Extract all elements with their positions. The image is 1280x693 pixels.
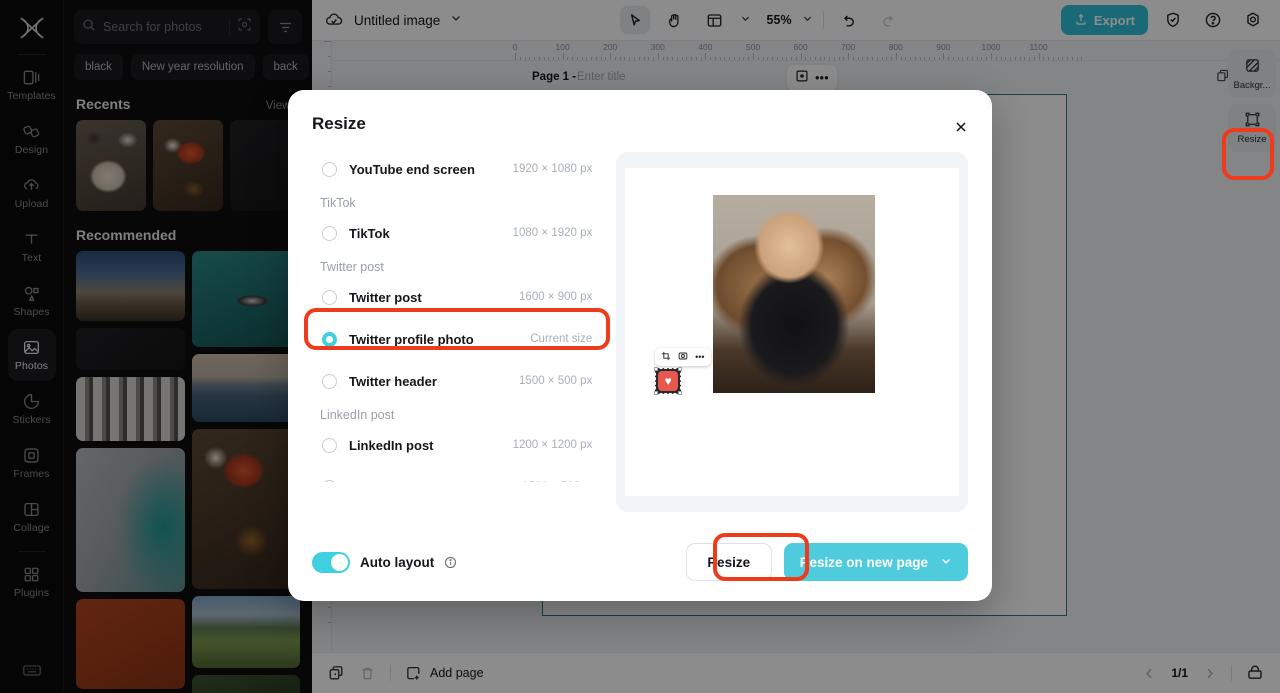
option-size: 1600 × 900 px: [519, 291, 593, 303]
heart-chip: ♥: [658, 371, 679, 391]
radio-button[interactable]: [322, 289, 337, 305]
option-label: Twitter profile photo: [349, 331, 474, 347]
radio-button[interactable]: [322, 225, 337, 241]
preview-image: [713, 195, 876, 393]
option-size: 1200 × 1200 px: [512, 439, 593, 451]
option-label: LinkedIn post: [349, 437, 434, 453]
option-size: Current size: [530, 333, 593, 345]
option-label: Twitter header: [349, 373, 437, 389]
option-label: LinkedIn company banner: [349, 480, 510, 483]
resize-dialog: Resize YouTube end screen 1920 × 1080 px…: [288, 90, 992, 601]
auto-layout-label: Auto layout: [360, 554, 435, 570]
option-linkedin-company-banner[interactable]: LinkedIn company banner 1536 × 768 px: [312, 470, 602, 482]
option-linkedin-post[interactable]: LinkedIn post 1200 × 1200 px: [312, 428, 602, 462]
option-tiktok[interactable]: TikTok 1080 × 1920 px: [312, 216, 602, 250]
image-overlay-toolbar: •••: [655, 348, 711, 366]
option-twitter-post[interactable]: Twitter post 1600 × 900 px: [312, 280, 602, 314]
resize-on-new-page-button[interactable]: Resize on new page: [783, 543, 968, 581]
group-label-tiktok: TikTok: [320, 196, 356, 210]
option-size: 1080 × 1920 px: [512, 227, 593, 239]
option-size: 1500 × 500 px: [519, 375, 593, 387]
heart-sticker-icon[interactable]: ♥: [654, 367, 683, 395]
app-root: Templates Design Upload Text Shapes Phot…: [0, 0, 1280, 693]
radio-button[interactable]: [322, 161, 337, 177]
resize-handle[interactable]: [654, 391, 659, 395]
resize-button-wrap: Resize: [685, 543, 772, 581]
resize-preview: ••• ♥: [616, 152, 968, 512]
crop-icon[interactable]: [661, 348, 671, 366]
resize-confirm-button[interactable]: Resize: [685, 543, 772, 581]
dialog-footer: Auto layout Resize Resize on new page: [312, 523, 968, 601]
info-icon[interactable]: [444, 556, 457, 569]
more-dots-icon[interactable]: •••: [695, 353, 704, 362]
resize-handle[interactable]: [654, 367, 659, 371]
option-twitter-profile-photo[interactable]: Twitter profile photo Current size: [312, 322, 603, 356]
option-size: 1536 × 768 px: [522, 481, 595, 482]
radio-button[interactable]: [322, 437, 337, 453]
resize-handle[interactable]: [678, 391, 683, 395]
auto-layout-toggle[interactable]: [312, 551, 350, 573]
chevron-down-icon[interactable]: [940, 555, 952, 570]
resize-handle[interactable]: [678, 367, 683, 371]
resize-new-page-label: Resize on new page: [799, 554, 928, 570]
option-label: YouTube end screen: [349, 161, 475, 177]
close-icon[interactable]: [950, 116, 972, 138]
toggle-knob: [331, 553, 348, 571]
option-label: Twitter post: [349, 289, 422, 305]
preview-canvas: ••• ♥: [625, 168, 960, 496]
option-twitter-header[interactable]: Twitter header 1500 × 500 px: [312, 364, 602, 398]
dialog-body: YouTube end screen 1920 × 1080 px TikTok…: [312, 152, 968, 512]
option-label: TikTok: [349, 225, 390, 241]
option-size: 1920 × 1080 px: [512, 163, 593, 175]
option-youtube-end-screen[interactable]: YouTube end screen 1920 × 1080 px: [312, 152, 602, 186]
radio-button[interactable]: [322, 331, 337, 347]
group-label-twitter-post: Twitter post: [320, 260, 384, 274]
replace-image-icon[interactable]: [678, 348, 688, 366]
radio-button[interactable]: [322, 373, 337, 389]
radio-button[interactable]: [322, 479, 337, 482]
group-label-linkedin-post: LinkedIn post: [320, 408, 395, 422]
size-option-list[interactable]: YouTube end screen 1920 × 1080 px TikTok…: [312, 152, 603, 482]
dialog-title: Resize: [312, 114, 366, 133]
auto-layout-control: Auto layout: [312, 551, 457, 573]
